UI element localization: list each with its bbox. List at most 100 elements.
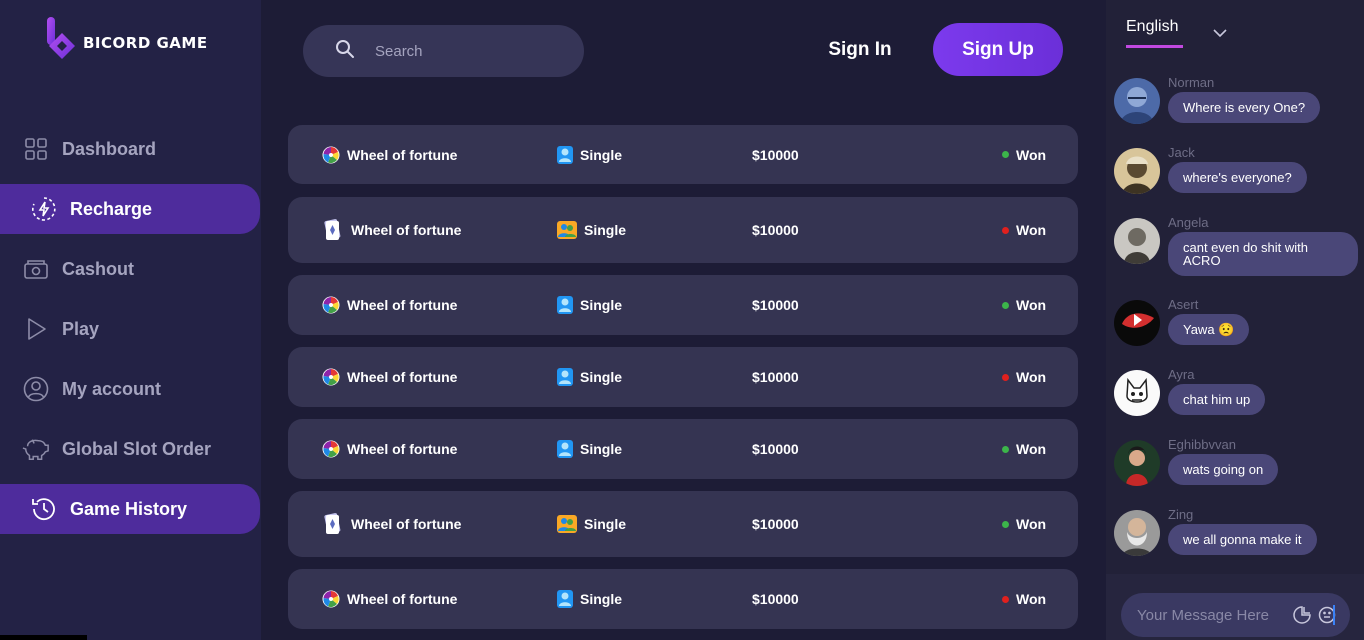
game-row[interactable]: Wheel of fortune Single $10000 Won xyxy=(288,569,1078,629)
status-dot xyxy=(1002,301,1009,309)
sticker-icon[interactable] xyxy=(1293,606,1311,629)
search-bar[interactable] xyxy=(303,25,584,77)
chevron-down-icon[interactable] xyxy=(1213,25,1227,43)
game-result: Won xyxy=(1016,297,1047,313)
chat-bubble: where's everyone? xyxy=(1168,162,1307,193)
sign-up-button[interactable]: Sign Up xyxy=(933,23,1063,76)
game-row[interactable]: Wheel of fortune Single $10000 Won xyxy=(288,491,1078,557)
avatar[interactable] xyxy=(1114,148,1160,194)
chat-bubble: Yawa 😟 xyxy=(1168,314,1250,345)
chat-footer xyxy=(1106,574,1364,640)
game-row[interactable]: Wheel of fortune Single $10000 Won xyxy=(288,197,1078,263)
game-row[interactable]: Wheel of fortune Single $10000 Won xyxy=(288,125,1078,184)
chat-bubble: we all gonna make it xyxy=(1168,524,1317,555)
language-underline xyxy=(1126,45,1183,48)
game-amount: $10000 xyxy=(752,146,799,163)
card-icon xyxy=(324,219,341,240)
game-amount: $10000 xyxy=(752,222,799,238)
sidebar: BICORD GAME Dashboard Recharge Cashout P… xyxy=(0,0,261,640)
avatar[interactable] xyxy=(1114,218,1160,264)
chat-username: Asert xyxy=(1168,297,1199,312)
game-name: Wheel of fortune xyxy=(347,441,458,457)
game-mode: Single xyxy=(580,441,623,457)
game-row[interactable]: Wheel of fortune Single $10000 Won xyxy=(288,347,1078,407)
status-dot xyxy=(1002,520,1009,528)
chat-bubble: cant even do shit with ACRO xyxy=(1168,232,1358,276)
game-amount: $10000 xyxy=(752,441,799,457)
single-player-icon xyxy=(557,440,573,458)
sidebar-item-label: Dashboard xyxy=(62,138,157,159)
sidebar-item-global-slot-order[interactable]: Global Slot Order xyxy=(0,424,260,474)
game-mode: Single xyxy=(584,222,627,238)
avatar[interactable] xyxy=(1114,78,1160,124)
game-mode: Single xyxy=(580,146,623,163)
wheel-icon xyxy=(322,440,340,458)
game-result: Won xyxy=(1016,591,1047,607)
game-mode: Single xyxy=(580,591,623,607)
single-player-icon xyxy=(557,296,573,314)
status-dot xyxy=(1002,595,1009,603)
brand-name: BICORD GAME xyxy=(83,34,208,52)
logo-icon xyxy=(46,17,78,61)
game-row[interactable]: Wheel of fortune Single $10000 Won xyxy=(288,275,1078,335)
single-player-icon xyxy=(557,145,573,164)
bolt-circle-icon xyxy=(30,195,58,223)
sidebar-item-label: Recharge xyxy=(70,198,153,219)
status-dot xyxy=(1002,445,1009,453)
sidebar-item-dashboard[interactable]: Dashboard xyxy=(0,124,260,174)
chat-bubble: wats going on xyxy=(1168,454,1279,485)
wheel-icon xyxy=(322,368,340,386)
game-name: Wheel of fortune xyxy=(347,591,458,607)
sidebar-item-cashout[interactable]: Cashout xyxy=(0,244,260,294)
game-name: Wheel of fortune xyxy=(347,146,458,163)
wheel-icon xyxy=(322,146,340,163)
avatar[interactable] xyxy=(1114,300,1160,346)
piggy-bank-icon xyxy=(22,435,50,463)
text-cursor xyxy=(1333,605,1335,625)
single-player-icon xyxy=(557,590,573,608)
game-result: Won xyxy=(1016,369,1047,385)
sidebar-item-label: Game History xyxy=(70,498,188,519)
sign-in-button[interactable]: Sign In xyxy=(815,36,905,64)
sidebar-item-game-history[interactable]: Game History xyxy=(0,484,260,534)
chat-username: Zing xyxy=(1168,507,1194,522)
avatar[interactable] xyxy=(1114,510,1160,556)
card-icon xyxy=(324,513,341,534)
game-amount: $10000 xyxy=(752,591,799,607)
search-input[interactable] xyxy=(375,42,555,60)
game-result: Won xyxy=(1016,146,1047,163)
brand-logo[interactable]: BICORD GAME xyxy=(46,17,208,61)
game-result: Won xyxy=(1016,222,1047,238)
sidebar-item-label: Play xyxy=(62,318,100,339)
avatar[interactable] xyxy=(1114,440,1160,486)
sidebar-item-my-account[interactable]: My account xyxy=(0,364,260,414)
chat-bubble: chat him up xyxy=(1168,384,1266,415)
chat-username: Jack xyxy=(1168,145,1195,160)
language-select[interactable]: English xyxy=(1126,18,1178,36)
status-dot xyxy=(1002,151,1009,158)
status-dot xyxy=(1002,373,1009,381)
chat-username: Ayra xyxy=(1168,367,1195,382)
game-result: Won xyxy=(1016,516,1047,532)
sidebar-item-label: Global Slot Order xyxy=(62,438,212,459)
multi-player-icon xyxy=(557,515,577,533)
avatar[interactable] xyxy=(1114,370,1160,416)
user-circle-icon xyxy=(22,375,50,403)
chat-message-input[interactable] xyxy=(1137,606,1287,624)
game-amount: $10000 xyxy=(752,297,799,313)
game-mode: Single xyxy=(580,369,623,385)
status-dot xyxy=(1002,226,1009,234)
wallet-icon xyxy=(22,255,50,283)
multi-player-icon xyxy=(557,221,577,239)
sidebar-item-play[interactable]: Play xyxy=(0,304,260,354)
chat-input-box[interactable] xyxy=(1121,593,1350,637)
game-name: Wheel of fortune xyxy=(351,516,462,532)
search-icon xyxy=(335,39,355,64)
chat-bubble: Where is every One? xyxy=(1168,92,1321,123)
single-player-icon xyxy=(557,368,573,386)
scroll-bar xyxy=(0,635,87,640)
chat-username: Norman xyxy=(1168,75,1215,90)
sidebar-item-recharge[interactable]: Recharge xyxy=(0,184,260,234)
wheel-icon xyxy=(322,590,340,608)
game-row[interactable]: Wheel of fortune Single $10000 Won xyxy=(288,419,1078,479)
